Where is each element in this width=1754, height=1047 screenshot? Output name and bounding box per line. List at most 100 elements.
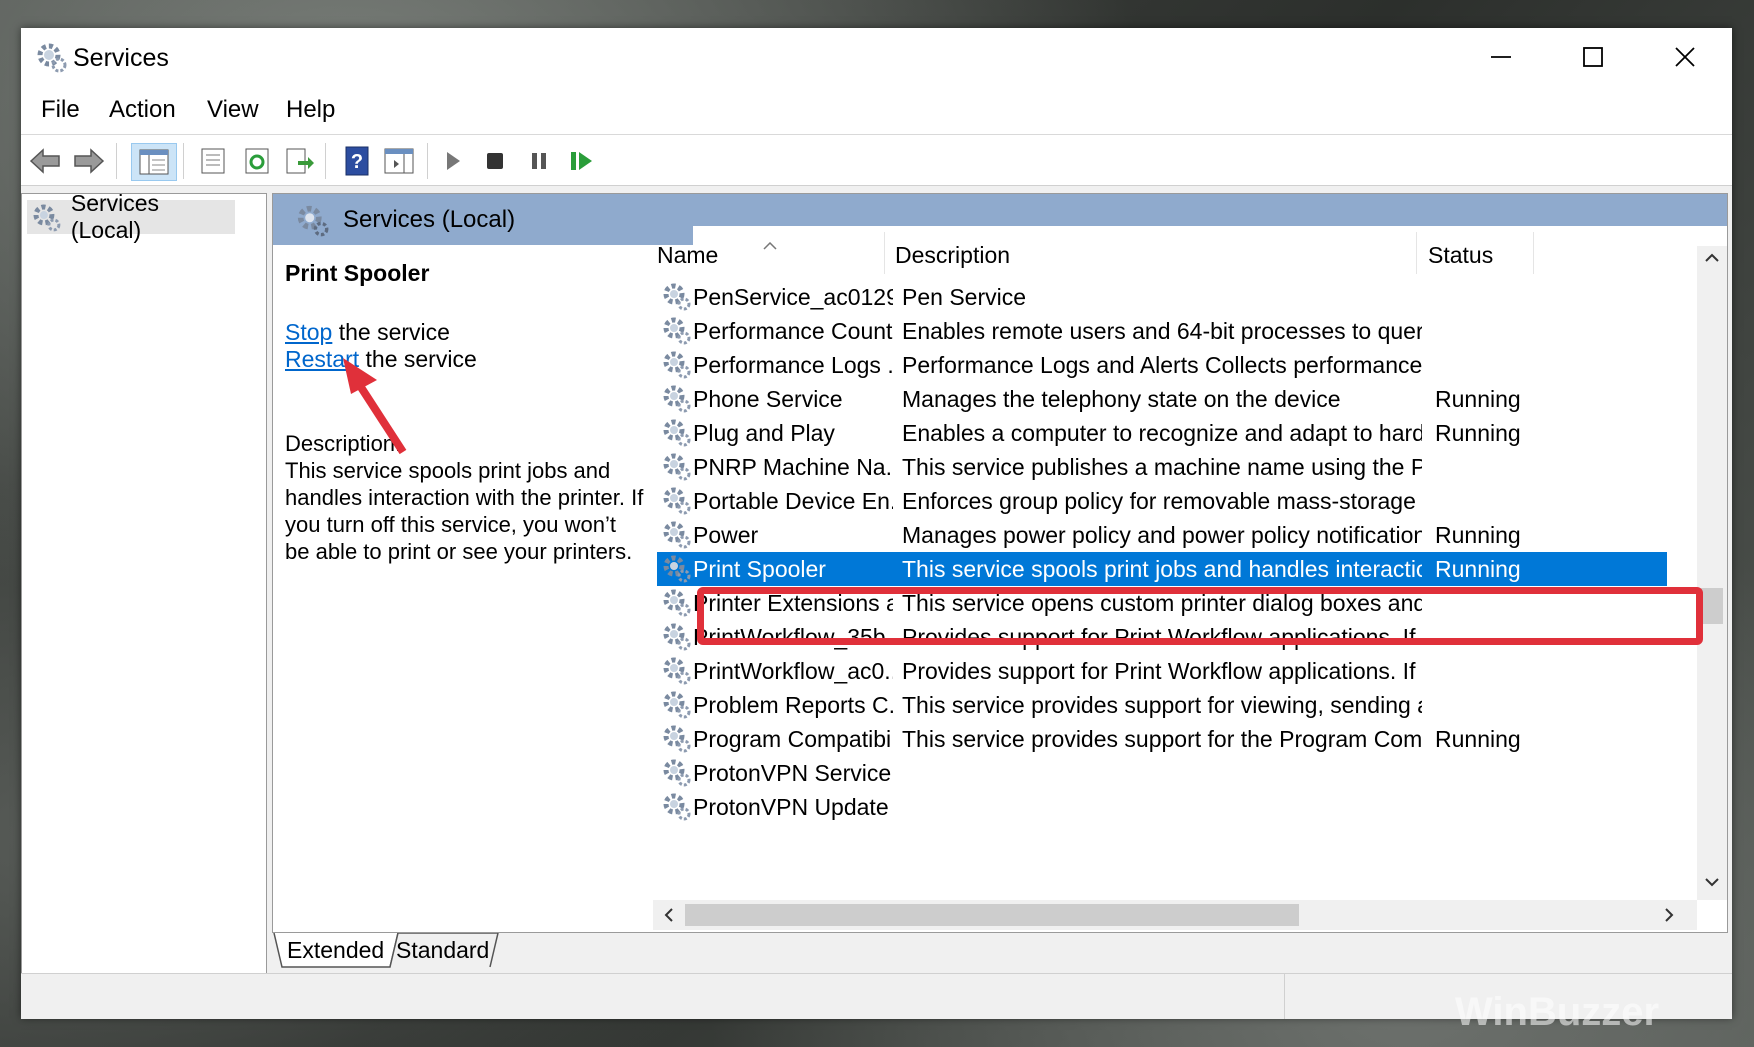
services-details-pane: Services (Local) Print Spooler Stop the … <box>272 193 1728 933</box>
selected-service-name: Print Spooler <box>285 260 430 286</box>
scroll-left-icon[interactable] <box>657 900 681 930</box>
service-gear-icon <box>663 725 691 753</box>
service-row[interactable]: Phone Service Manages the telephony state… <box>657 382 1667 416</box>
toolbar-separator <box>325 143 326 179</box>
forward-arrow-icon <box>74 148 105 174</box>
services-gear-icon <box>33 204 61 232</box>
service-status: Running <box>1435 556 1521 582</box>
show-action-pane-button[interactable] <box>381 143 417 179</box>
service-gear-icon <box>663 793 691 821</box>
service-gear-icon <box>663 623 691 651</box>
service-description: This service publishes a machine name us… <box>902 454 1422 480</box>
service-name: PrintWorkflow_ac0... <box>693 658 893 684</box>
column-divider[interactable] <box>884 232 885 274</box>
service-description: Pen Service <box>902 284 1027 310</box>
console-tree: Services (Local) <box>21 190 267 975</box>
service-row[interactable]: Program Compatibi... This service provide… <box>657 722 1667 756</box>
close-button[interactable] <box>1639 28 1731 86</box>
menu-help[interactable]: Help <box>286 96 335 124</box>
service-gear-icon <box>663 759 691 787</box>
back-button[interactable] <box>27 143 63 179</box>
tab-extended[interactable]: Extended <box>277 933 394 971</box>
window-title: Services <box>73 44 169 72</box>
service-row[interactable]: Plug and Play Enables a computer to recog… <box>657 416 1667 450</box>
column-header-status[interactable]: Status <box>1428 242 1493 269</box>
column-header-description[interactable]: Description <box>895 242 1010 269</box>
service-name: Power <box>693 522 759 548</box>
service-row[interactable]: Problem Reports C... This service provide… <box>657 688 1667 722</box>
service-gear-icon <box>663 317 691 345</box>
column-divider[interactable] <box>1416 232 1417 274</box>
service-row[interactable]: ProtonVPN Update ... <box>657 790 1667 824</box>
stop-service-link[interactable]: Stop <box>285 319 332 345</box>
export-list-icon <box>286 148 314 174</box>
service-name: PenService_ac0129 <box>693 284 893 310</box>
refresh-button[interactable] <box>239 143 275 179</box>
horizontal-scroll-thumb[interactable] <box>685 904 1299 926</box>
menu-bar: File Action View Help <box>21 86 1732 135</box>
scroll-down-icon[interactable] <box>1697 870 1727 894</box>
column-header-name[interactable]: Name <box>657 242 718 269</box>
pane-header-title: Services (Local) <box>343 206 516 233</box>
annotation-arrow-icon <box>343 358 407 455</box>
horizontal-scrollbar[interactable] <box>653 900 1697 930</box>
stop-service-button[interactable] <box>477 143 513 179</box>
service-name: Print Spooler <box>693 556 826 582</box>
service-row[interactable]: PrintWorkflow_ac0... Provides support for… <box>657 654 1667 688</box>
description-text: This service spools print jobs and handl… <box>285 458 644 564</box>
show-hide-console-tree-button[interactable] <box>131 143 177 181</box>
column-divider[interactable] <box>1533 232 1534 274</box>
menu-file[interactable]: File <box>41 96 80 124</box>
toolbar: ? <box>21 135 1732 186</box>
service-row[interactable]: Power Manages power policy and power poli… <box>657 518 1667 552</box>
service-row[interactable]: ProtonVPN Service <box>657 756 1667 790</box>
stop-action-line: Stop the service <box>285 319 645 346</box>
start-service-button[interactable] <box>435 143 471 179</box>
service-status: Running <box>1435 386 1521 412</box>
minimize-icon <box>1491 56 1511 58</box>
selection-highlight-box <box>697 587 1703 645</box>
vertical-scroll-thumb[interactable] <box>1701 588 1723 624</box>
services-list: Name Description Status PenService_ac012… <box>653 226 1713 876</box>
export-list-button[interactable] <box>281 143 317 179</box>
service-description: Enforces group policy for removable mass… <box>902 488 1422 514</box>
service-gear-icon <box>663 453 691 481</box>
service-description: Manages power policy and power policy no… <box>902 522 1422 548</box>
services-gear-icon <box>37 43 67 73</box>
service-row[interactable]: Print Spooler This service spools print j… <box>657 552 1667 586</box>
service-gear-icon <box>663 521 691 549</box>
properties-button[interactable] <box>195 143 231 179</box>
restart-service-button[interactable] <box>563 143 599 179</box>
tree-item-label: Services (Local) <box>70 190 160 243</box>
back-arrow-icon <box>29 148 60 174</box>
service-row[interactable]: PenService_ac0129 Pen Service <box>657 280 1667 314</box>
tab-standard[interactable]: Standard <box>386 933 499 971</box>
service-name: Problem Reports C... <box>693 692 893 718</box>
scroll-right-icon[interactable] <box>1657 900 1681 930</box>
tree-item-services-local[interactable]: Services (Local) <box>27 190 235 243</box>
menu-view[interactable]: View <box>207 96 259 124</box>
service-row[interactable]: PNRP Machine Na... This service publishes… <box>657 450 1667 484</box>
services-gear-icon <box>297 205 329 237</box>
service-name: Plug and Play <box>693 420 835 446</box>
properties-icon <box>201 148 225 174</box>
toolbar-separator <box>427 143 428 179</box>
service-gear-icon <box>663 351 691 379</box>
service-row[interactable]: Portable Device En... Enforces group poli… <box>657 484 1667 518</box>
service-row[interactable]: Performance Count... Enables remote users… <box>657 314 1667 348</box>
vertical-scrollbar[interactable] <box>1697 246 1727 900</box>
refresh-icon <box>245 148 269 174</box>
toolbar-separator <box>183 143 184 179</box>
service-name: Program Compatibi... <box>693 726 893 752</box>
help-button[interactable]: ? <box>339 143 375 179</box>
service-row[interactable]: Performance Logs ... Performance Logs and… <box>657 348 1667 382</box>
sort-ascending-icon <box>763 242 777 250</box>
maximize-button[interactable] <box>1547 28 1639 86</box>
play-icon <box>447 152 460 170</box>
menu-action[interactable]: Action <box>109 96 176 124</box>
minimize-button[interactable] <box>1455 28 1547 86</box>
scroll-up-icon[interactable] <box>1697 246 1727 270</box>
forward-button[interactable] <box>71 143 107 179</box>
service-description: Provides support for Print Workflow appl… <box>902 658 1422 684</box>
pause-service-button[interactable] <box>521 143 557 179</box>
